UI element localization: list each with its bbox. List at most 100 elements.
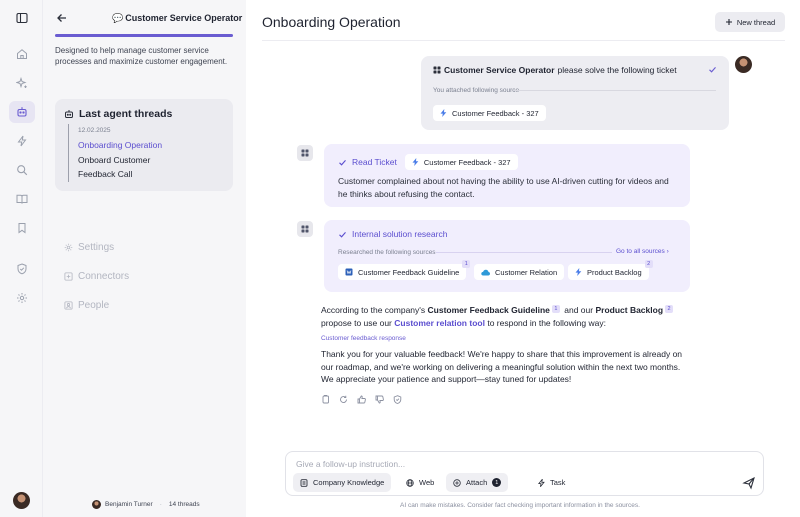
plus-circle-icon [453,478,461,487]
task-button[interactable]: Task [531,473,572,492]
source-chip-customer-relation[interactable]: Customer Relation [474,264,565,280]
agent-title: 💬 Customer Service Operator [112,13,242,24]
source-label: Product Backlog [587,267,642,277]
chevron-right-icon: › [666,248,669,255]
last-threads-card: Last agent threads 12.02.2025 Onboarding… [55,99,233,191]
customer-relation-tool-link[interactable]: Customer relation tool [394,318,485,328]
new-thread-button[interactable]: New thread [715,12,785,32]
sources-label: Researched the following sources [338,249,436,256]
agent-answer: According to the company's Customer Feed… [321,304,691,329]
company-knowledge-button[interactable]: Company Knowledge [293,473,392,492]
ticket-chip-label: Customer Feedback - 327 [423,157,511,167]
attach-count-badge: 1 [492,478,502,487]
people-label: People [78,300,110,311]
home-icon[interactable] [9,43,35,65]
thread-item-onboarding-operation[interactable]: Onboarding Operation [78,138,162,153]
answer-source-badge: 2 [665,305,674,314]
agent-bot-icon [64,109,74,119]
lightning-icon [440,109,447,117]
source-badge: 2 [644,260,653,268]
web-label: Web [419,478,435,487]
user-message-avatar [735,56,752,73]
thumbs-down-icon[interactable] [375,395,384,404]
chat-bubble-icon: 💬 [112,13,124,23]
cloud-icon [481,269,490,276]
follow-up-input[interactable] [296,458,716,470]
thread-panel [43,0,246,517]
answer-source-badge: 1 [551,305,560,314]
dot-separator: · [159,501,162,508]
document-icon [345,268,353,276]
answer-text: and our [564,305,594,315]
regenerate-icon[interactable] [339,395,348,404]
copy-icon[interactable] [321,395,330,404]
search-icon[interactable] [9,159,35,181]
check-icon [338,230,347,239]
sparkles-icon[interactable] [9,72,35,94]
people-icon [64,301,73,310]
thread-date: 12.02.2025 [78,127,111,134]
response-label: Customer feedback response [321,335,406,342]
thread-item-feedback-call[interactable]: Feedback Call [78,167,162,182]
agent-grid-icon [297,221,313,237]
answer-source-link[interactable]: Product Backlog [595,305,663,315]
step-research-title: Internal solution research [352,229,448,239]
step-read-ticket: Read Ticket Customer Feedback - 327 Cust… [324,144,690,207]
threads-heading: Last agent threads [64,108,172,120]
answer-text: According to the company's [321,305,426,315]
bookmark-icon[interactable] [9,217,35,239]
connectors-label: Connectors [78,271,130,282]
source-label: Customer Feedback Guideline [358,267,460,277]
thread-item-onboard-customer[interactable]: Onboard Customer [78,153,162,168]
page-title: Onboarding Operation [262,14,401,30]
user-message: Customer Service Operator please solve t… [421,56,729,130]
agent-accent-bar [55,34,233,37]
back-arrow-icon[interactable] [55,11,69,25]
threads-title: Last agent threads [79,108,173,120]
sources-divider [436,252,612,253]
grid-icon [433,66,441,74]
step-internal-research: Internal solution research Researched th… [324,220,690,292]
step-research-header: Internal solution research [338,229,447,239]
attached-label: You attached following source [433,87,520,94]
task-label: Task [550,478,566,487]
footer-user-name: Benjamin Turner [105,501,153,508]
attachment-label: Customer Feedback - 327 [452,108,539,118]
settings-link[interactable]: Settings [64,242,114,253]
source-chip-feedback-guideline[interactable]: Customer Feedback Guideline 1 [338,260,471,280]
user-avatar[interactable] [13,492,30,509]
plus-icon [725,18,733,26]
web-button[interactable]: Web [399,473,441,492]
user-message-body: please solve the following ticket [557,65,677,75]
source-chip-product-backlog[interactable]: Product Backlog 2 [568,260,653,280]
lightning-icon[interactable] [9,130,35,152]
new-thread-label: New thread [736,17,776,27]
answer-source-link[interactable]: Customer Feedback Guideline [428,305,550,315]
ticket-chip[interactable]: Customer Feedback - 327 [404,154,518,170]
source-label: Customer Relation [495,267,558,277]
attach-button[interactable]: Attach 1 [446,473,509,492]
shield-check-icon[interactable] [393,395,402,404]
lightning-icon [538,478,545,487]
thumbs-up-icon[interactable] [357,395,366,404]
book-icon[interactable] [9,188,35,210]
go-to-all-sources-link[interactable]: Go to all sources › [616,248,669,255]
panel-footer: Benjamin Turner · 14 threads [92,500,200,509]
shield-icon[interactable] [9,258,35,280]
attached-divider [513,90,716,91]
agent-bot-icon[interactable] [9,101,35,123]
lightning-icon [575,268,582,276]
attach-label: Attach [466,478,488,487]
step-read-ticket-title: Read Ticket [352,157,397,167]
panel-toggle-icon[interactable] [9,7,35,29]
settings-gear-icon[interactable] [9,287,35,309]
send-icon[interactable] [742,476,756,490]
user-message-agent: Customer Service Operator [444,65,555,75]
document-icon [300,478,308,487]
step-read-ticket-header: Read Ticket Customer Feedback - 327 [338,154,518,170]
settings-gear-icon [64,243,73,252]
attachment-chip[interactable]: Customer Feedback - 327 [433,105,546,121]
people-link[interactable]: People [64,300,109,311]
connectors-link[interactable]: Connectors [64,271,129,282]
user-message-text: Customer Service Operator please solve t… [433,65,677,75]
